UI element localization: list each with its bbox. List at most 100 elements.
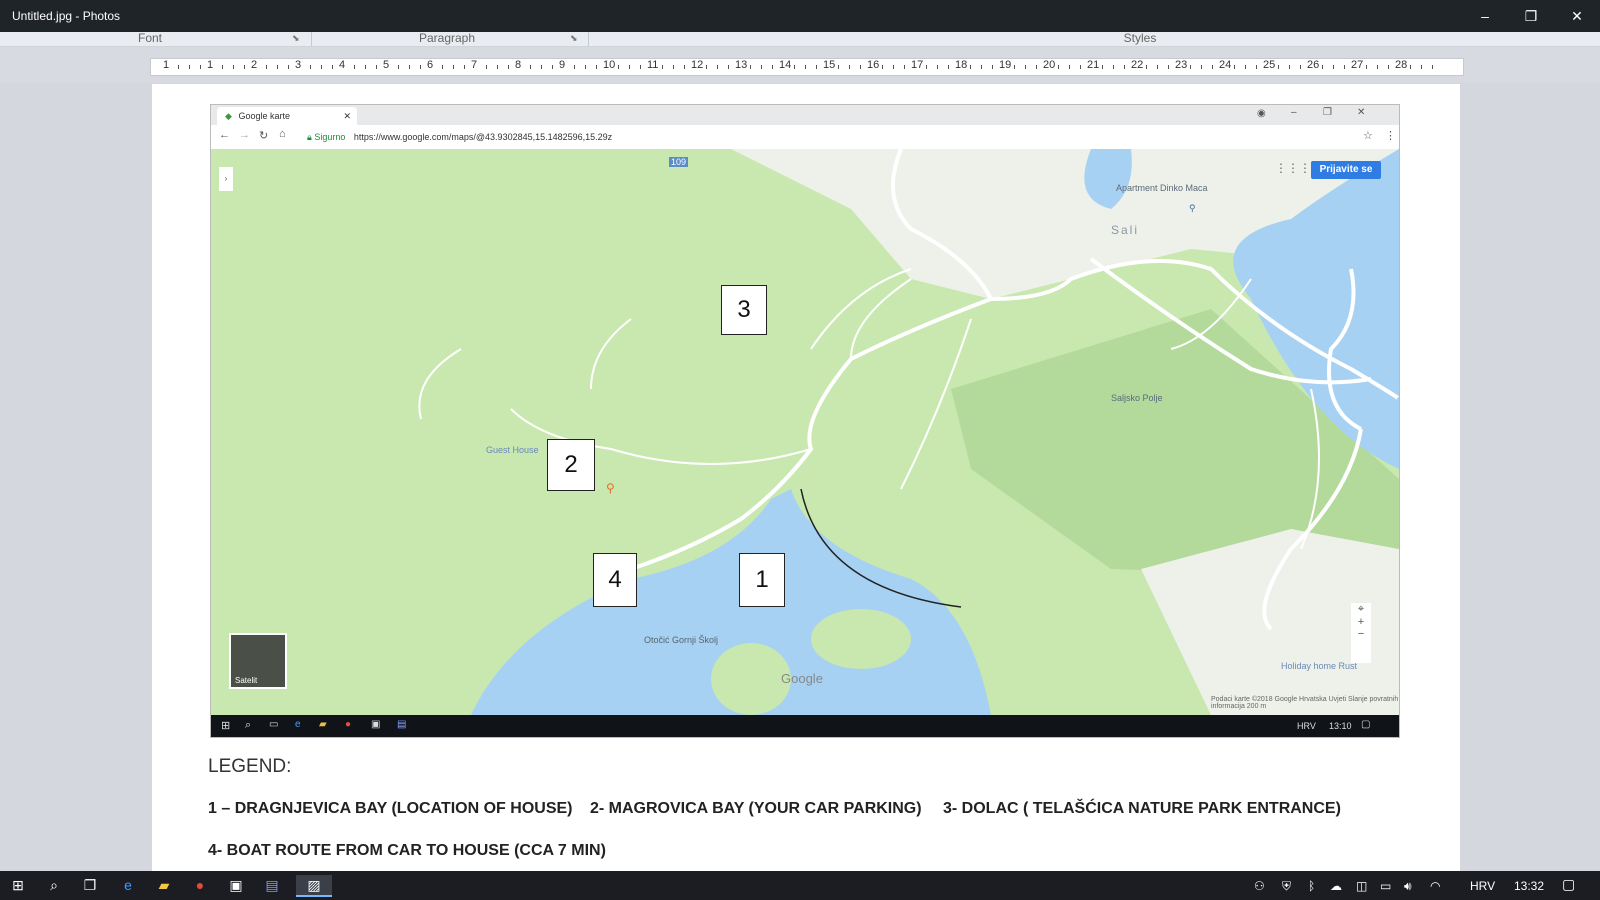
legend-item-2: 2- MAGROVICA BAY (YOUR CAR PARKING) xyxy=(590,800,922,817)
restore-icon: ❐ xyxy=(1323,107,1332,118)
guest-house-label: Guest House xyxy=(486,445,539,455)
ruler-tick xyxy=(926,65,927,69)
legend-item-3: 3- DOLAC ( TELAŠĆICA NATURE PARK ENTRANC… xyxy=(943,800,1341,817)
ruler-tick xyxy=(354,65,355,69)
map-area: 109 Apartment Dinko Maca ⚲ Sali Saljsko … xyxy=(211,149,1399,715)
notification-icon: ▢ xyxy=(1361,719,1371,730)
holiday-home-label: Holiday home Rust xyxy=(1281,661,1358,671)
edge-icon[interactable]: e xyxy=(118,875,138,895)
task-view-icon: ▭ xyxy=(269,719,279,730)
chrome-icon[interactable]: ● xyxy=(190,875,210,895)
ruler-tick xyxy=(398,65,399,69)
place-pin-icon: ⚲ xyxy=(606,481,615,495)
ruler-tick xyxy=(1113,65,1114,69)
task-view-button[interactable]: ❐ xyxy=(80,875,100,895)
embedded-clock: 13:10 xyxy=(1329,721,1352,731)
ruler-number: 5 xyxy=(383,59,390,71)
ruler-tick xyxy=(1124,65,1125,69)
ruler-tick xyxy=(376,65,377,69)
battery-icon[interactable]: ▭ xyxy=(1380,879,1391,893)
maximize-button[interactable]: ❐ xyxy=(1508,0,1554,32)
marker-4: 4 xyxy=(593,553,637,607)
volume-icon[interactable]: 🔊︎ xyxy=(1404,879,1412,894)
ruler-tick xyxy=(662,65,663,69)
minimize-button[interactable]: – xyxy=(1462,0,1508,32)
ruler-number: 21 xyxy=(1087,59,1100,71)
reload-icon: ↻ xyxy=(259,130,269,142)
ruler-tick xyxy=(1245,65,1246,69)
ruler-number: 13 xyxy=(735,59,748,71)
store-icon[interactable]: ▣ xyxy=(226,875,246,895)
wifi-icon[interactable]: ◠ xyxy=(1430,879,1440,893)
clock[interactable]: 13:32 xyxy=(1514,879,1544,893)
app-icon[interactable]: ▤ xyxy=(262,875,282,895)
ruler-tick xyxy=(1256,65,1257,69)
ruler-tick xyxy=(750,65,751,69)
lock-icon: 🔒︎ xyxy=(307,132,312,142)
ruler-tick xyxy=(266,65,267,69)
onedrive-icon[interactable]: ☁ xyxy=(1330,879,1342,893)
url-text: https://www.google.com/maps/@43.9302845,… xyxy=(353,132,613,142)
ruler-tick xyxy=(178,65,179,69)
ruler-tick xyxy=(277,65,278,69)
ribbon-group-styles: Styles xyxy=(1123,31,1157,45)
satellite-label: Satelit xyxy=(235,676,258,685)
ruler-tick xyxy=(1058,65,1059,69)
sali-label: Sali xyxy=(1111,223,1140,237)
bluetooth-icon[interactable]: ᛒ xyxy=(1308,879,1315,893)
ruler-tick xyxy=(970,65,971,69)
minimize-icon: – xyxy=(1291,107,1297,118)
action-center-icon[interactable]: ▢ xyxy=(1562,876,1575,893)
search-button[interactable]: ⌕ xyxy=(44,875,64,895)
ruler-tick xyxy=(805,65,806,69)
apartment-label: Apartment Dinko Maca xyxy=(1116,183,1208,193)
ruler-tick xyxy=(1036,65,1037,69)
ruler-tick xyxy=(530,65,531,69)
chrome-icon: ● xyxy=(345,719,352,730)
start-button[interactable]: ⊞ xyxy=(8,875,28,895)
ruler-tick xyxy=(442,65,443,69)
people-icon[interactable]: ⚇ xyxy=(1254,879,1265,893)
ruler-tick xyxy=(288,65,289,69)
ruler-tick xyxy=(948,65,949,69)
ruler-tick xyxy=(728,65,729,69)
file-explorer-icon[interactable]: ▰ xyxy=(154,875,174,895)
ruler-number: 1 xyxy=(207,59,214,71)
forward-icon: → xyxy=(239,129,250,141)
ruler-tick xyxy=(1366,65,1367,69)
ruler-tick xyxy=(365,65,366,69)
map-footer: Podaci karte ©2018 Google Hrvatska Uvjet… xyxy=(1211,696,1399,710)
font-launcher-icon: ⬊ xyxy=(292,33,300,43)
embedded-lang: HRV xyxy=(1297,721,1316,731)
language-indicator[interactable]: HRV xyxy=(1470,879,1495,893)
zoom-controls: ⌖ + − xyxy=(1351,603,1371,663)
satellite-toggle: Satelit xyxy=(229,633,287,689)
ruler-tick xyxy=(1025,65,1026,69)
star-icon: ☆ xyxy=(1363,130,1373,142)
ruler-number: 8 xyxy=(515,59,522,71)
tab-close-icon: ✕ xyxy=(343,111,351,121)
maps-favicon-icon: ◆ xyxy=(225,111,232,121)
ruler-tick xyxy=(1212,65,1213,69)
dropbox-icon[interactable]: ◫ xyxy=(1356,879,1367,893)
close-button[interactable]: ✕ xyxy=(1554,0,1600,32)
home-icon: ⌂ xyxy=(279,128,286,140)
pin-icon: ⚲ xyxy=(1189,203,1196,213)
ruler-number: 23 xyxy=(1175,59,1188,71)
zoom-in-icon: + xyxy=(1357,616,1365,628)
ruler-tick xyxy=(552,65,553,69)
security-icon[interactable]: ⛨ xyxy=(1282,879,1291,894)
apps-grid-icon: ⋮⋮⋮ xyxy=(1275,161,1311,175)
tab-title: Google karte xyxy=(238,111,290,121)
account-icon: ◉ xyxy=(1257,108,1266,119)
ruler-tick xyxy=(244,65,245,69)
photos-app-icon[interactable]: ▨ xyxy=(296,875,332,897)
ruler-tick xyxy=(1146,65,1147,69)
window-title: Untitled.jpg - Photos xyxy=(12,9,121,23)
folder-icon: ▰ xyxy=(319,719,327,730)
start-icon: ⊞ xyxy=(221,720,231,732)
ruler-tick xyxy=(904,65,905,69)
ruler-tick xyxy=(1168,65,1169,69)
ruler-tick xyxy=(596,65,597,69)
ruler-tick xyxy=(937,65,938,69)
